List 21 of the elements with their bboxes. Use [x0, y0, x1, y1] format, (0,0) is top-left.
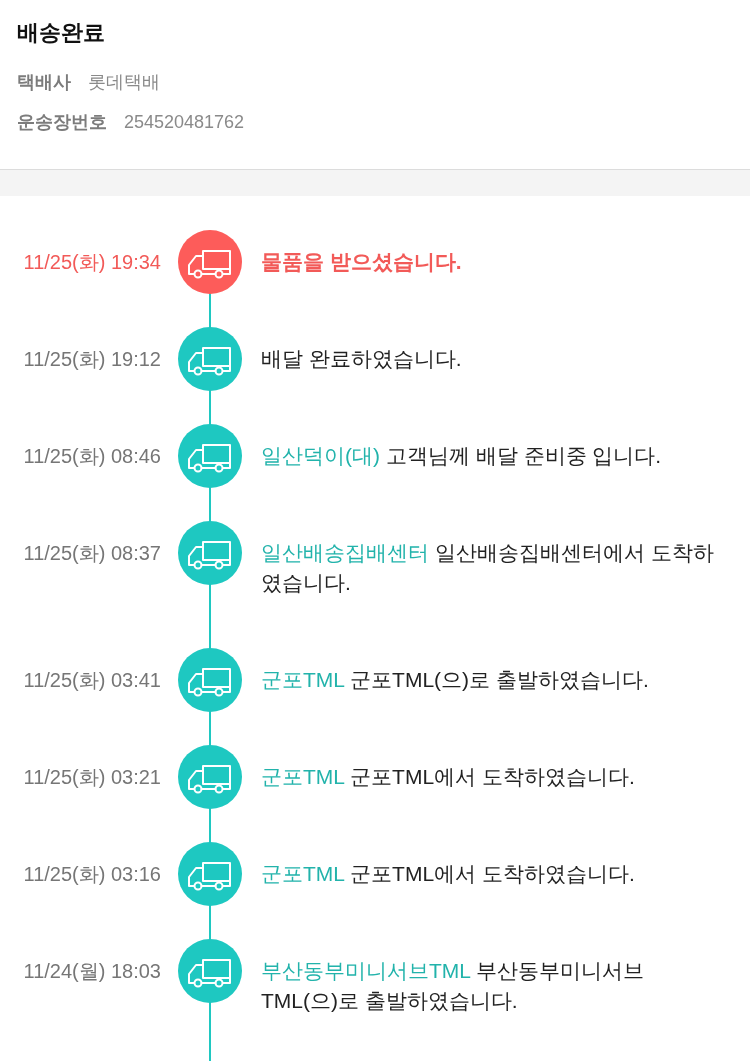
event-time: 11/25(화) 03:21: [23, 765, 161, 790]
event-message: 군포TML 군포TML에서 도착하였습니다.: [261, 764, 635, 790]
event-time: 11/25(화) 03:41: [23, 668, 161, 693]
event-message: 일산배송집배센터 일산배송집배센터에서 도착하였습니다.: [261, 540, 715, 596]
event-time: 11/24(월) 18:03: [23, 959, 161, 984]
event-message: 군포TML 군포TML에서 도착하였습니다.: [261, 861, 635, 887]
event-time: 11/25(화) 08:46: [23, 444, 161, 469]
field-label: 운송장번호: [17, 111, 107, 134]
event-message: 부산동부미니서브TML 부산동부미니서브TML(으)로 출발하였습니다.: [261, 958, 646, 1014]
event-message: 배달 완료하였습니다.: [261, 346, 462, 372]
field-value: 롯데택배: [88, 71, 160, 94]
field-label: 택배사: [17, 71, 71, 94]
event-message: 군포TML 군포TML(으)로 출발하였습니다.: [261, 667, 649, 693]
event-time: 11/25(화) 03:16: [23, 862, 161, 887]
event-message: 물품을 받으셨습니다.: [261, 249, 462, 275]
field-value: 254520481762: [124, 111, 245, 134]
event-time: 11/25(화) 08:37: [23, 541, 161, 566]
event-message: 일산덕이(대) 고객님께 배달 준비중 입니다.: [261, 443, 662, 469]
status-title: 배송완료: [17, 19, 105, 47]
event-time: 11/25(화) 19:12: [23, 347, 161, 372]
event-time: 11/25(화) 19:34: [23, 250, 161, 275]
